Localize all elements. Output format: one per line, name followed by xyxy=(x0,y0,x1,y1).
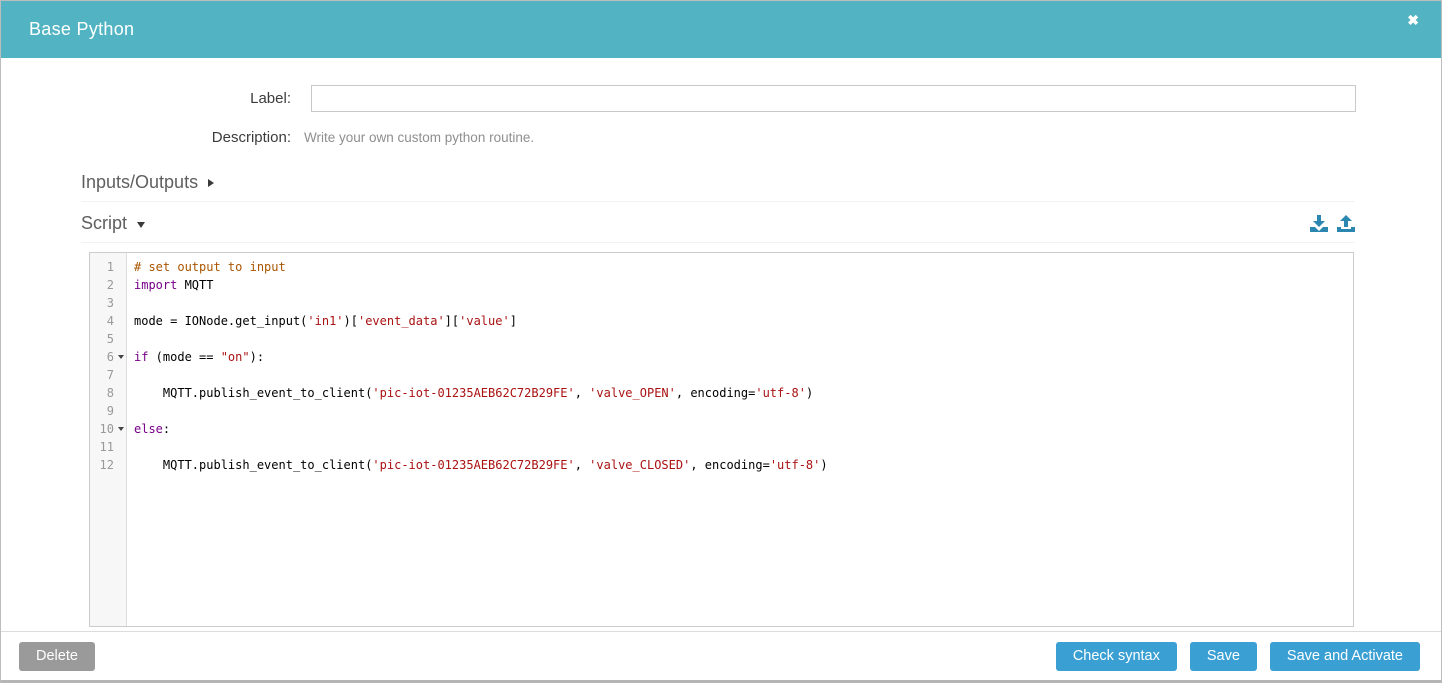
line-number: 3 xyxy=(107,296,114,310)
label-row: Label: xyxy=(1,85,1441,112)
download-icon[interactable] xyxy=(1310,215,1328,232)
code-editor[interactable]: 123456789101112 # set output to inputimp… xyxy=(89,252,1354,627)
code-line[interactable] xyxy=(134,438,1353,456)
code-line[interactable]: MQTT.publish_event_to_client('pic-iot-01… xyxy=(134,456,1353,474)
code-line[interactable] xyxy=(134,402,1353,420)
code-line[interactable]: else: xyxy=(134,420,1353,438)
description-field-label: Description: xyxy=(1,129,291,146)
chevron-down-icon xyxy=(137,222,145,228)
editor-code[interactable]: # set output to inputimport MQTT mode = … xyxy=(127,253,1353,626)
script-section-header[interactable]: Script xyxy=(81,213,1355,243)
script-label: Script xyxy=(81,213,127,234)
form-area: Label: Description: Write your own custo… xyxy=(1,58,1441,146)
line-number: 12 xyxy=(100,458,114,472)
fold-toggle-icon[interactable] xyxy=(118,355,124,359)
close-icon[interactable]: ✖ xyxy=(1407,13,1419,27)
gutter-line: 9 xyxy=(90,402,126,420)
line-number: 5 xyxy=(107,332,114,346)
code-line[interactable] xyxy=(134,294,1353,312)
line-number: 9 xyxy=(107,404,114,418)
gutter-line: 4 xyxy=(90,312,126,330)
line-number: 11 xyxy=(100,440,114,454)
check-syntax-button[interactable]: Check syntax xyxy=(1056,642,1177,671)
gutter-line: 10 xyxy=(90,420,126,438)
inputs-outputs-section-header[interactable]: Inputs/Outputs xyxy=(81,172,1355,202)
delete-button[interactable]: Delete xyxy=(19,642,95,671)
modal-header: Base Python ✖ xyxy=(1,1,1441,58)
save-and-activate-button[interactable]: Save and Activate xyxy=(1270,642,1420,671)
code-line[interactable]: MQTT.publish_event_to_client('pic-iot-01… xyxy=(134,384,1353,402)
description-row: Description: Write your own custom pytho… xyxy=(1,129,1441,146)
line-number: 2 xyxy=(107,278,114,292)
save-button[interactable]: Save xyxy=(1190,642,1257,671)
label-field-label: Label: xyxy=(1,90,291,107)
gutter-line: 7 xyxy=(90,366,126,384)
gutter-line: 11 xyxy=(90,438,126,456)
line-number: 7 xyxy=(107,368,114,382)
gutter-line: 2 xyxy=(90,276,126,294)
code-line[interactable]: # set output to input xyxy=(134,258,1353,276)
code-line[interactable] xyxy=(134,330,1353,348)
code-line[interactable]: mode = IONode.get_input('in1')['event_da… xyxy=(134,312,1353,330)
gutter-line: 6 xyxy=(90,348,126,366)
line-number: 6 xyxy=(107,350,114,364)
chevron-right-icon xyxy=(208,179,214,187)
gutter-line: 1 xyxy=(90,258,126,276)
code-line[interactable]: import MQTT xyxy=(134,276,1353,294)
gutter-line: 5 xyxy=(90,330,126,348)
gutter-line: 3 xyxy=(90,294,126,312)
code-line[interactable] xyxy=(134,366,1353,384)
line-number: 10 xyxy=(100,422,114,436)
fold-toggle-icon[interactable] xyxy=(118,427,124,431)
code-line[interactable]: if (mode == "on"): xyxy=(134,348,1353,366)
description-text: Write your own custom python routine. xyxy=(304,129,534,145)
script-toolbar xyxy=(1310,215,1355,232)
line-number: 4 xyxy=(107,314,114,328)
gutter-line: 8 xyxy=(90,384,126,402)
base-python-modal: Base Python ✖ Label: Description: Write … xyxy=(0,0,1442,683)
modal-title: Base Python xyxy=(29,19,134,40)
modal-footer: Delete Check syntax Save Save and Activa… xyxy=(1,631,1441,680)
upload-icon[interactable] xyxy=(1337,215,1355,232)
gutter-line: 12 xyxy=(90,456,126,474)
line-number: 8 xyxy=(107,386,114,400)
footer-actions: Check syntax Save Save and Activate xyxy=(1056,642,1420,671)
inputs-outputs-label: Inputs/Outputs xyxy=(81,172,198,193)
label-input[interactable] xyxy=(311,85,1356,112)
line-number: 1 xyxy=(107,260,114,274)
editor-gutter: 123456789101112 xyxy=(90,253,127,626)
